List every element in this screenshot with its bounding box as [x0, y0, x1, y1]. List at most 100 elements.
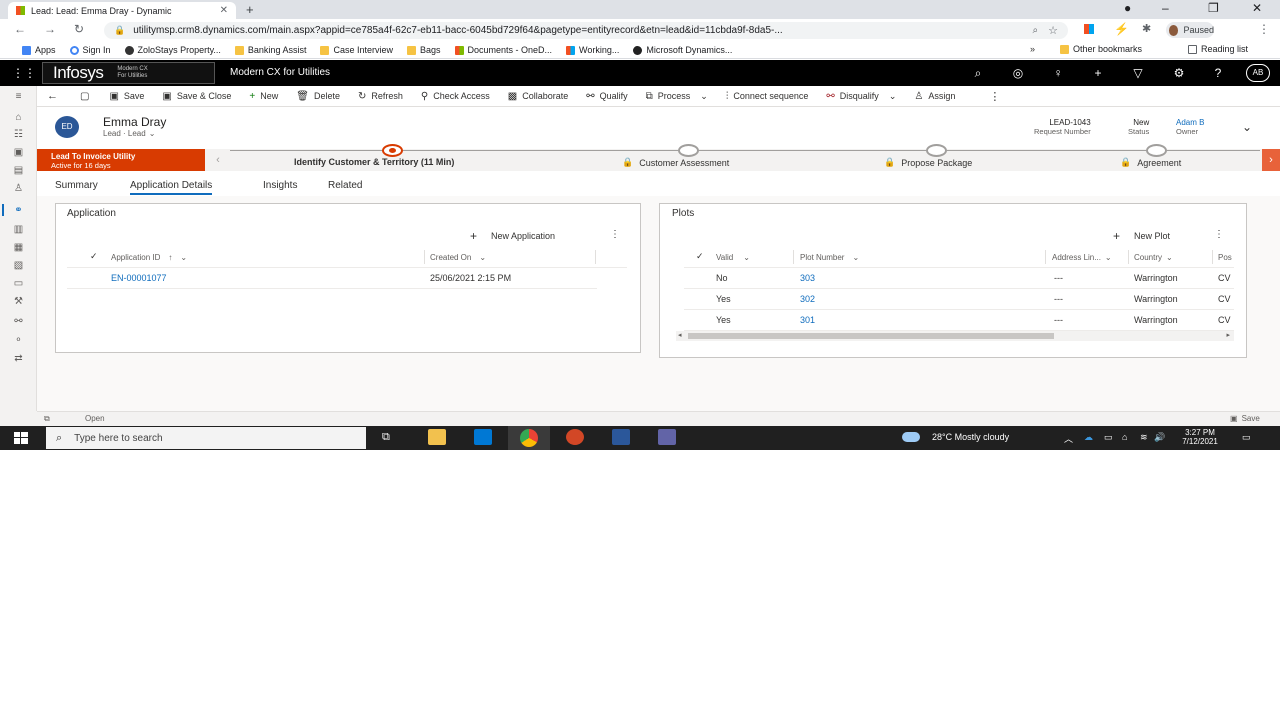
bookmark-dynamics[interactable]: Microsoft Dynamics...: [633, 45, 732, 55]
zoom-icon[interactable]: ⌕: [1033, 25, 1039, 36]
stage-dot-active[interactable]: [382, 144, 403, 157]
status-save-button[interactable]: ▣ Save: [1230, 414, 1260, 423]
bookmark-documents[interactable]: Documents - OneD...: [454, 45, 552, 55]
new-button[interactable]: + New: [249, 91, 278, 102]
horizontal-scrollbar[interactable]: ◂ ▸: [676, 331, 1234, 341]
more-bookmarks-icon[interactable]: »: [1030, 44, 1035, 54]
connections-icon[interactable]: ⚯: [12, 316, 25, 327]
expand-header-icon[interactable]: ⌄: [1242, 120, 1252, 134]
weather-text[interactable]: 28°C Mostly cloudy: [932, 432, 1009, 442]
column-postcode[interactable]: Pos: [1218, 253, 1232, 262]
bookmark-banking-assist[interactable]: Banking Assist: [234, 45, 306, 55]
applications-icon[interactable]: ▥: [12, 224, 25, 235]
bookmark-bags[interactable]: Bags: [406, 45, 441, 55]
bpf-process-name[interactable]: Lead To Invoice Utility Active for 16 da…: [37, 149, 205, 171]
plus-icon[interactable]: +: [1090, 65, 1106, 81]
column-plot-number[interactable]: Plot Number ⌄: [800, 253, 859, 262]
calendar-icon[interactable]: ▭: [12, 278, 25, 289]
save-close-button[interactable]: ▣ Save & Close: [162, 91, 231, 102]
bpf-next-icon[interactable]: ›: [1262, 149, 1280, 171]
new-tab-button[interactable]: +: [246, 2, 254, 17]
disqualify-button[interactable]: ⚯ Disqualify ⌄: [826, 91, 896, 102]
address-bar[interactable]: 🔒 utilitymsp.crm8.dynamics.com/main.aspx…: [104, 22, 1068, 39]
battery-icon[interactable]: ▭: [1104, 432, 1113, 443]
teams-icon[interactable]: [658, 429, 676, 445]
file-explorer-icon[interactable]: [428, 429, 446, 445]
refresh-button[interactable]: ↻ Refresh: [358, 91, 403, 102]
stage-dot[interactable]: [678, 144, 699, 157]
reading-list[interactable]: Reading list: [1188, 44, 1248, 54]
profile-button[interactable]: Paused: [1166, 22, 1214, 38]
close-window-button[interactable]: ✕: [1252, 1, 1262, 15]
contacts-icon[interactable]: ♙: [12, 183, 25, 194]
open-in-new-icon[interactable]: ⧉: [44, 414, 50, 424]
reload-icon[interactable]: ↻: [74, 22, 84, 36]
check-access-button[interactable]: ⚲ Check Access: [421, 91, 490, 102]
powerpoint-icon[interactable]: [566, 429, 584, 445]
network-icon[interactable]: ⌂: [1122, 432, 1127, 442]
scroll-right-icon[interactable]: ▸: [1226, 331, 1230, 339]
waffle-icon[interactable]: ⋮⋮: [12, 66, 36, 80]
word-icon[interactable]: [612, 429, 630, 445]
stage-propose-package[interactable]: 🔒 Propose Package: [884, 157, 972, 168]
bookmark-case-interview[interactable]: Case Interview: [320, 45, 393, 55]
column-application-id[interactable]: Application ID ↑ ⌄: [111, 253, 187, 262]
plot-number-link[interactable]: 303: [800, 273, 815, 283]
stage-dot[interactable]: [926, 144, 947, 157]
select-all-checkmark-icon[interactable]: ✓: [696, 251, 704, 262]
column-created-on[interactable]: Created On ⌄: [430, 253, 486, 262]
record-subtitle[interactable]: Lead · Lead ⌄: [103, 129, 155, 138]
task-view-icon[interactable]: ⧉: [382, 431, 390, 444]
star-icon[interactable]: ☆: [1048, 24, 1058, 37]
app-logo[interactable]: Infosys Modern CX For Utilities: [42, 62, 215, 84]
forward-icon[interactable]: →: [44, 22, 56, 36]
lightbulb-icon[interactable]: ♀: [1050, 65, 1066, 81]
windows-start-icon[interactable]: [14, 432, 28, 444]
leads-icon[interactable]: ⚭: [12, 205, 25, 216]
back-arrow-icon[interactable]: ←: [47, 90, 58, 102]
help-icon[interactable]: ?: [1210, 65, 1226, 81]
stage-agreement[interactable]: 🔒 Agreement: [1120, 157, 1181, 168]
pinned-icon[interactable]: ▣: [12, 147, 25, 158]
plot-number-link[interactable]: 301: [800, 315, 815, 325]
app-title[interactable]: Modern CX for Utilities: [230, 67, 330, 78]
plots-more-icon[interactable]: ⋮: [1214, 229, 1224, 240]
extension-icon[interactable]: [1084, 24, 1094, 34]
bookmark-zolostays[interactable]: ZoloStays Property...: [124, 45, 221, 55]
sync-icon[interactable]: ⇄: [12, 353, 25, 364]
tools-icon[interactable]: ⚒: [12, 296, 25, 307]
column-address-line[interactable]: Address Lin... ⌄: [1052, 253, 1112, 262]
stage-customer-assessment[interactable]: 🔒 Customer Assessment: [622, 157, 729, 168]
media-icon[interactable]: ●: [1124, 1, 1131, 15]
back-icon[interactable]: ←: [14, 22, 26, 36]
plot-number-link[interactable]: 302: [800, 294, 815, 304]
new-application-button[interactable]: + New Application: [470, 229, 555, 243]
outlook-icon[interactable]: [474, 429, 492, 445]
collaborate-button[interactable]: ▩ Collaborate: [508, 91, 568, 102]
close-tab-icon[interactable]: ✕: [220, 5, 228, 16]
filter-icon[interactable]: ▽: [1130, 65, 1146, 81]
show-hidden-icons-icon[interactable]: ︿: [1064, 432, 1073, 445]
search-icon[interactable]: ⌕: [970, 65, 986, 81]
column-valid[interactable]: Valid ⌄: [716, 253, 750, 262]
tab-summary[interactable]: Summary: [55, 180, 98, 191]
recent-icon[interactable]: ☷: [12, 129, 25, 140]
bookmark-sign-in[interactable]: Sign In: [69, 45, 111, 55]
more-commands-icon[interactable]: ⋮: [989, 90, 1000, 103]
dashboard-icon[interactable]: ▤: [12, 165, 25, 176]
taskbar-search[interactable]: ⌕ Type here to search: [46, 427, 366, 449]
puzzle-icon[interactable]: ✱: [1142, 22, 1151, 35]
bookmark-apps[interactable]: Apps: [22, 45, 56, 55]
services-icon[interactable]: ⚬: [12, 335, 25, 346]
connect-sequence-button[interactable]: ⫶ Connect sequence: [726, 91, 809, 102]
notifications-icon[interactable]: ▭: [1242, 432, 1251, 443]
wifi-icon[interactable]: ≋: [1140, 432, 1148, 443]
owner-field[interactable]: Adam B Owner: [1176, 118, 1204, 136]
tab-related[interactable]: Related: [328, 180, 362, 191]
documents-icon[interactable]: ▦: [12, 242, 25, 253]
volume-icon[interactable]: 🔊: [1154, 432, 1165, 443]
stage-identify-customer[interactable]: Identify Customer & Territory (11 Min): [294, 157, 454, 167]
process-button[interactable]: ⧉ Process ⌄: [646, 91, 708, 102]
delete-button[interactable]: 🗑 Delete: [296, 91, 340, 102]
bookmark-working[interactable]: Working...: [566, 45, 619, 55]
